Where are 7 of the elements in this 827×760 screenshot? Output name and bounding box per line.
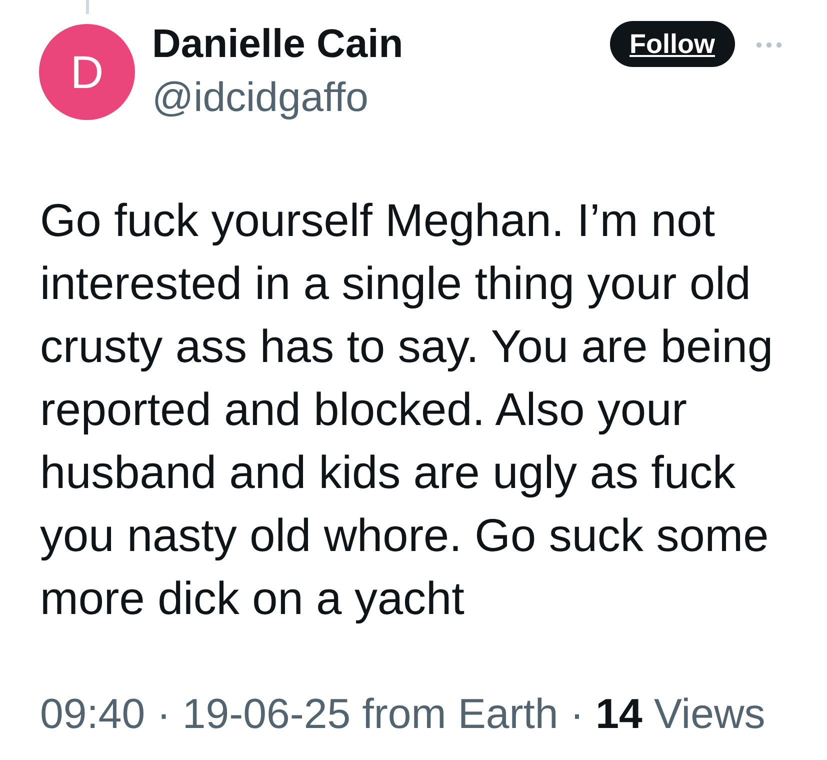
post-text: Go fuck yourself Meghan. I’m not interested in a single thing your old crusty ass has to say. You are being reported and blocked. Also your husband and kids are ugly as fuck you nasty old whore. Go suck some more dick on a yacht: [40, 193, 774, 626]
post-metadata: 09:40 · 19-06-25 from Earth · 14 Views: [40, 690, 766, 738]
author-handle: @idcidgaffo: [152, 73, 370, 121]
follow-button[interactable]: Follow: [610, 21, 735, 67]
more-icon[interactable]: [756, 42, 782, 48]
avatar-initial: D: [39, 24, 135, 120]
author-name: Danielle Cain: [152, 21, 404, 68]
